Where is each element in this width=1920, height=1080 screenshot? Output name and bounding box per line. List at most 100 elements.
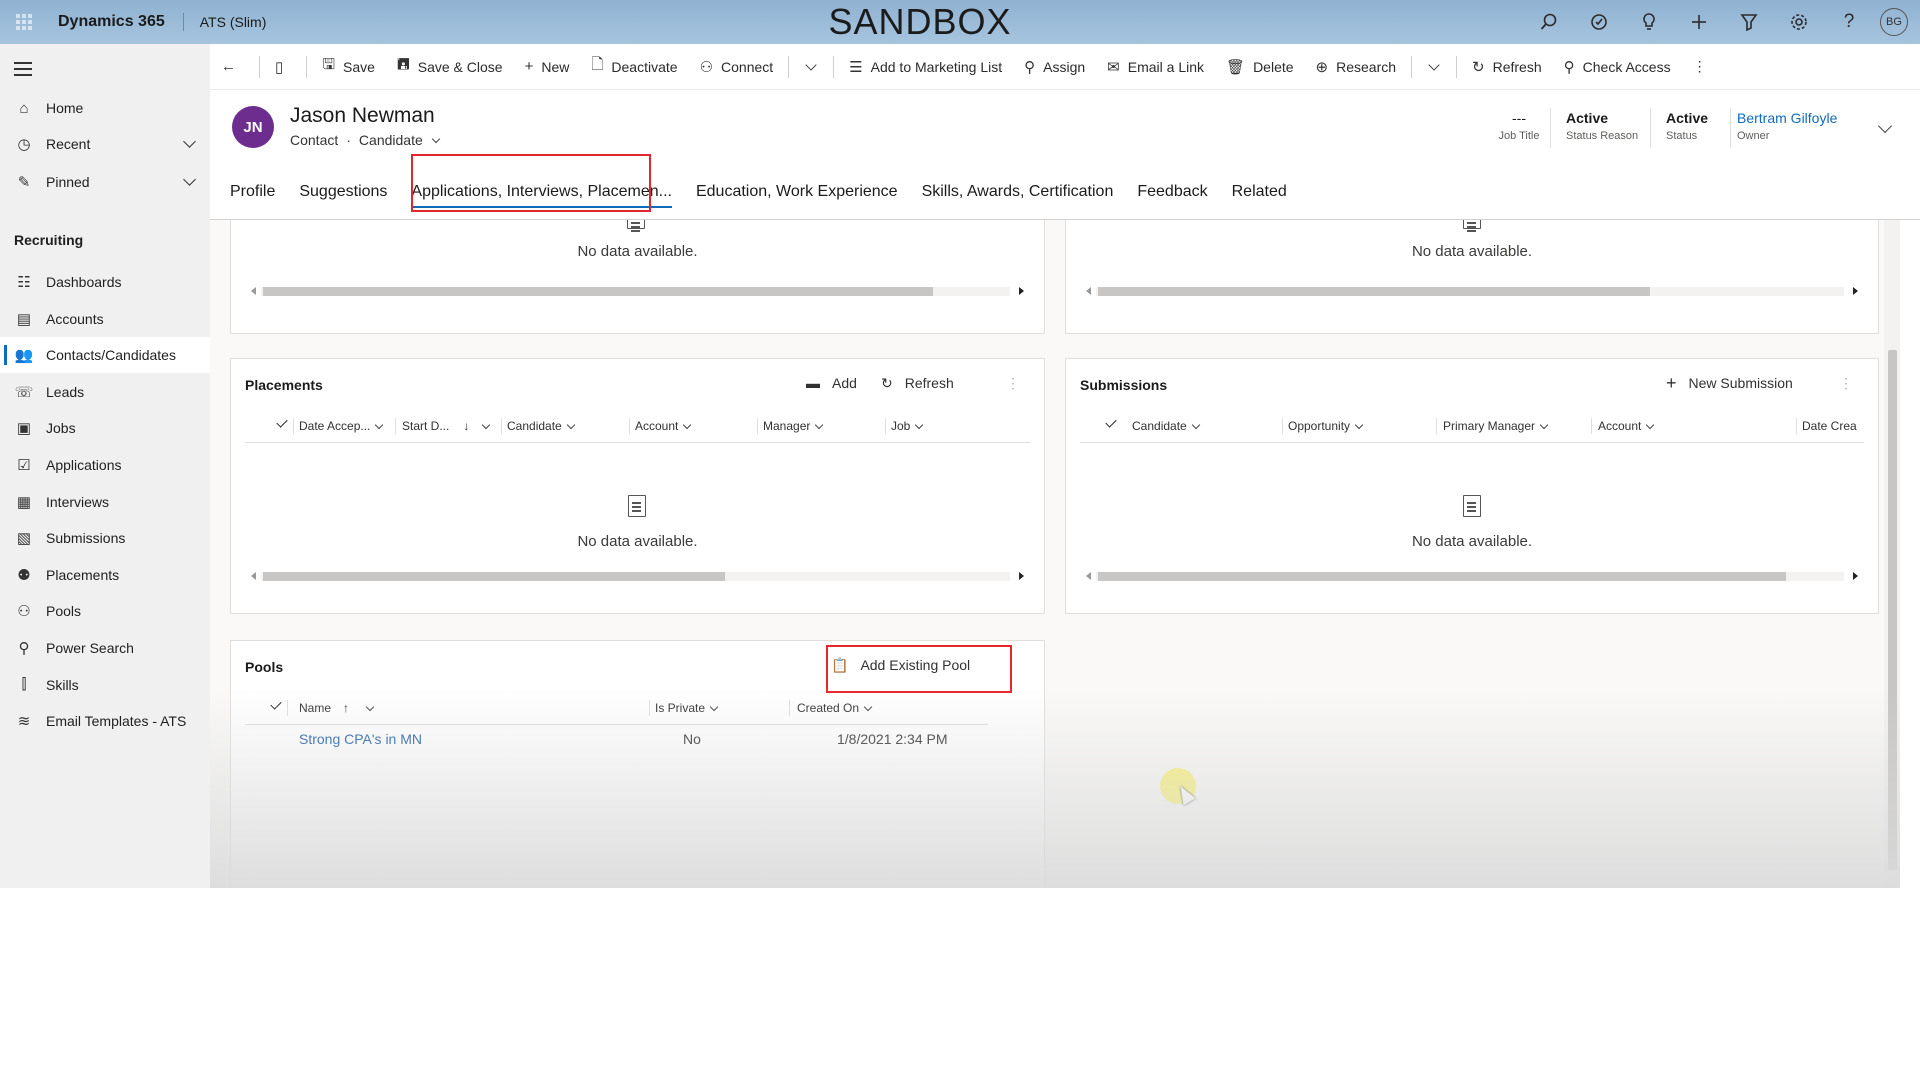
check-access-button[interactable]: ⚲ Check Access <box>1553 44 1682 90</box>
app-module-name[interactable]: ATS (Slim) <box>200 14 267 30</box>
hamburger-menu-icon[interactable] <box>14 62 32 80</box>
chevron-down-icon[interactable] <box>183 173 196 186</box>
expand-header-chevron-icon[interactable] <box>1877 118 1893 134</box>
filter-icon[interactable] <box>1724 0 1774 44</box>
more-commands-button[interactable]: ⋮ <box>1682 44 1718 90</box>
scroll-thumb[interactable] <box>1098 287 1650 296</box>
task-flow-icon[interactable] <box>1574 0 1624 44</box>
chevron-down-icon[interactable] <box>805 58 817 71</box>
column-header-created-on[interactable]: Created On <box>797 701 873 715</box>
add-to-marketing-list-button[interactable]: ☰ Add to Marketing List <box>838 44 1013 90</box>
more-options-icon[interactable]: ⋮ <box>1006 371 1020 395</box>
scroll-left-icon[interactable] <box>1086 287 1091 295</box>
chevron-down-icon[interactable] <box>183 135 196 148</box>
sidebar-item-pools[interactable]: ⚇ Pools <box>0 593 210 629</box>
sidebar-item-skills[interactable]: ⫿ Skills <box>0 667 210 703</box>
column-header-date-accepted[interactable]: Date Accep... <box>299 419 384 433</box>
form-selector-button[interactable]: ▯ <box>264 44 302 90</box>
plus-icon[interactable] <box>1674 0 1724 44</box>
help-icon[interactable]: ? <box>1824 0 1874 44</box>
column-header-name[interactable]: Name ↑ <box>299 701 375 715</box>
refresh-button[interactable]: ↻ Refresh <box>1461 44 1553 90</box>
sidebar-item-power-search[interactable]: ⚲ Power Search <box>0 630 210 666</box>
assign-button[interactable]: ⚲ Assign <box>1013 44 1096 90</box>
sidebar-item-home[interactable]: ⌂ Home <box>0 90 210 126</box>
deactivate-button[interactable]: 🗋 Deactivate <box>580 44 688 90</box>
scroll-thumb[interactable] <box>1888 350 1897 870</box>
select-all-checkbox[interactable] <box>1105 416 1117 428</box>
column-header-date-created[interactable]: Date Crea <box>1802 419 1857 433</box>
scroll-right-icon[interactable] <box>1019 287 1024 295</box>
sidebar-item-dashboards[interactable]: ☷ Dashboards <box>0 264 210 300</box>
pool-name-link[interactable]: Strong CPA's in MN <box>299 731 422 747</box>
column-header-candidate[interactable]: Candidate <box>1132 419 1200 433</box>
tab-related[interactable]: Related <box>1220 172 1299 212</box>
sidebar-item-submissions[interactable]: ▧ Submissions <box>0 520 210 556</box>
sidebar-item-applications[interactable]: ☑ Applications <box>0 447 210 483</box>
app-name[interactable]: Dynamics 365 <box>58 13 165 31</box>
tab-applications-interviews-placemen[interactable]: Applications, Interviews, Placemen... <box>399 172 684 212</box>
scroll-left-icon[interactable] <box>251 287 256 295</box>
scroll-thumb[interactable] <box>263 572 725 581</box>
sidebar-item-recent[interactable]: ◷ Recent <box>0 126 210 162</box>
owner-link[interactable]: Bertram Gilfoyle <box>1737 110 1837 126</box>
user-avatar[interactable]: BG <box>1880 8 1908 36</box>
settings-gear-icon[interactable] <box>1774 0 1824 44</box>
sidebar-item-accounts[interactable]: ▤ Accounts <box>0 301 210 337</box>
scroll-thumb[interactable] <box>1098 572 1786 581</box>
tab-profile[interactable]: Profile <box>210 172 287 212</box>
new-button[interactable]: + New <box>514 44 581 90</box>
scroll-left-icon[interactable] <box>1086 572 1091 580</box>
add-existing-pool-button[interactable]: 📋 Add Existing Pool <box>831 653 970 677</box>
scroll-right-icon[interactable] <box>1853 572 1858 580</box>
column-header-primary-manager[interactable]: Primary Manager <box>1443 419 1549 433</box>
column-header-account[interactable]: Account <box>635 419 692 433</box>
placements-add-button[interactable]: ▬ Add <box>806 371 857 395</box>
column-header-candidate[interactable]: Candidate <box>507 419 575 433</box>
scroll-thumb[interactable] <box>263 287 933 296</box>
save-button[interactable]: 🖫 Save <box>311 44 386 90</box>
sidebar-item-email-templates-ats[interactable]: ≋ Email Templates - ATS <box>0 703 210 739</box>
sidebar-item-interviews[interactable]: ▦ Interviews <box>0 484 210 520</box>
sidebar-item-placements[interactable]: ⚉ Placements <box>0 557 210 593</box>
column-header-is-private[interactable]: Is Private <box>655 701 719 715</box>
column-header-job[interactable]: Job <box>891 419 924 433</box>
select-all-checkbox[interactable] <box>276 416 288 428</box>
scroll-right-icon[interactable] <box>1853 287 1858 295</box>
email-link-button[interactable]: ✉ Email a Link <box>1096 44 1215 90</box>
research-button[interactable]: ⊕ Research <box>1305 44 1408 90</box>
column-header-account[interactable]: Account <box>1598 419 1655 433</box>
delete-button[interactable]: 🗑 Delete <box>1215 44 1305 90</box>
tab-education-work-experience[interactable]: Education, Work Experience <box>684 172 910 212</box>
column-header-manager[interactable]: Manager <box>763 419 824 433</box>
more-options-icon[interactable]: ⋮ <box>1839 371 1853 395</box>
sidebar-item-pinned[interactable]: ✎ Pinned <box>0 164 210 200</box>
placements-refresh-button[interactable]: ↻ Refresh <box>881 371 954 395</box>
save-close-button[interactable]: 🖪 Save & Close <box>386 44 514 90</box>
back-button[interactable]: ← <box>210 44 255 90</box>
connect-button[interactable]: ⚇ Connect <box>689 44 785 90</box>
chevron-down-icon[interactable] <box>431 134 440 143</box>
scroll-left-icon[interactable] <box>251 572 256 580</box>
sidebar-item-jobs[interactable]: ▣ Jobs <box>0 410 210 446</box>
sidebar-item-contacts-candidates[interactable]: 👥 Contacts/Candidates <box>0 337 210 374</box>
vertical-scrollbar[interactable] <box>1884 220 1900 888</box>
sidebar-item-leads[interactable]: ☏ Leads <box>0 374 210 410</box>
chevron-down-icon[interactable] <box>1428 58 1440 71</box>
lightbulb-icon[interactable] <box>1624 0 1674 44</box>
app-launcher-icon[interactable] <box>16 14 32 30</box>
search-icon[interactable] <box>1524 0 1574 44</box>
horizontal-scrollbar[interactable] <box>1086 286 1858 296</box>
new-submission-button[interactable]: + New Submission <box>1666 371 1793 395</box>
horizontal-scrollbar[interactable] <box>1086 571 1858 581</box>
select-all-checkbox[interactable] <box>270 698 282 710</box>
horizontal-scrollbar[interactable] <box>251 286 1024 296</box>
column-header-start-date[interactable]: Start D... ↓ <box>402 419 491 433</box>
tab-skills-awards-certification[interactable]: Skills, Awards, Certification <box>910 172 1126 212</box>
tab-feedback[interactable]: Feedback <box>1125 172 1219 212</box>
scroll-right-icon[interactable] <box>1019 572 1024 580</box>
horizontal-scrollbar[interactable] <box>251 571 1024 581</box>
tab-suggestions[interactable]: Suggestions <box>287 172 399 212</box>
column-header-opportunity[interactable]: Opportunity <box>1288 419 1364 433</box>
form-selector[interactable]: Candidate <box>359 132 423 148</box>
